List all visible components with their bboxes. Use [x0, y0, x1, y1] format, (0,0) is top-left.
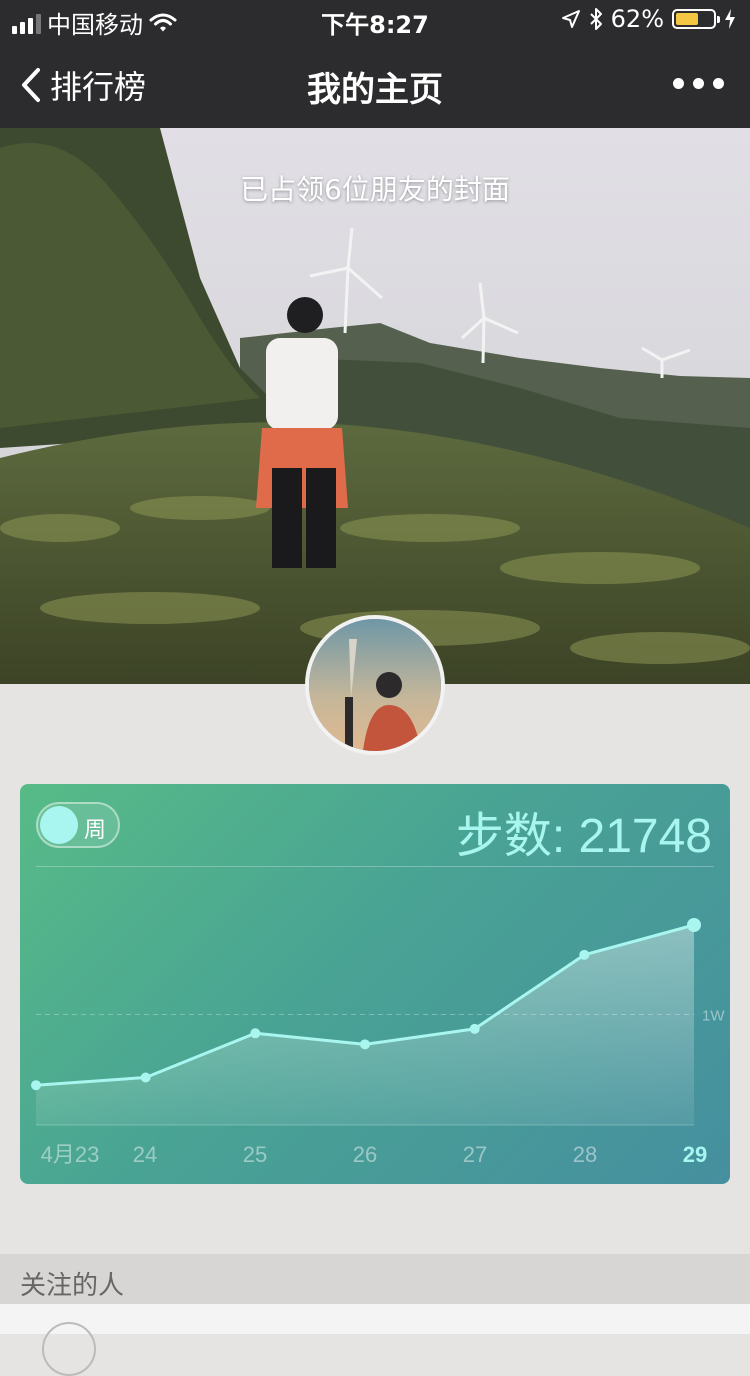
- avatar[interactable]: [305, 615, 445, 755]
- battery-icon: [672, 9, 720, 29]
- nav-bar: 排行榜 我的主页: [0, 40, 750, 128]
- page-title: 我的主页: [307, 70, 443, 110]
- data-point-29: [687, 917, 701, 932]
- battery-level: [676, 13, 699, 25]
- follow-section-label: 关注的人: [20, 1271, 125, 1301]
- x-tick-label: 26: [353, 1142, 377, 1167]
- charging-icon: [725, 9, 735, 29]
- step-card: 周 步数: 21748 1W 4月23 24 25 26 27 28 29: [20, 784, 730, 1184]
- status-right: 62%: [561, 5, 736, 33]
- x-tick-label: 4月23: [41, 1142, 100, 1167]
- x-tick-label: 29: [683, 1142, 707, 1167]
- data-point-25: [250, 1028, 261, 1039]
- follow-section-header: 关注的人: [0, 1254, 750, 1304]
- bluetooth-icon: [589, 8, 602, 30]
- reference-line-label: 1W: [702, 1008, 725, 1025]
- x-tick-label: 27: [463, 1142, 487, 1167]
- data-point-26: [360, 1039, 370, 1050]
- status-bar: 中国移动 下午8:27 62%: [0, 0, 750, 40]
- data-point-27: [469, 1023, 480, 1034]
- data-point-4月23: [31, 1080, 41, 1091]
- follow-list: [0, 1304, 750, 1376]
- cover-caption: 已占领6位朋友的封面: [240, 173, 510, 206]
- location-icon: [561, 10, 580, 28]
- data-point-28: [579, 949, 590, 960]
- more-icon[interactable]: [673, 78, 724, 89]
- x-tick-label: 25: [243, 1142, 267, 1167]
- x-tick-label: 24: [133, 1142, 157, 1167]
- x-tick-label: 28: [573, 1142, 597, 1167]
- cover-landscape: [0, 128, 750, 684]
- battery-percent: 62%: [610, 5, 664, 33]
- steps-chart: 1W 4月23 24 25 26 27 28 29: [31, 917, 725, 1167]
- data-point-24: [140, 1072, 151, 1083]
- follow-avatar[interactable]: [42, 1322, 96, 1376]
- chart-area: [36, 924, 694, 1125]
- avatar-photo: [309, 619, 441, 751]
- cover-photo[interactable]: 已占领6位朋友的封面: [0, 128, 750, 684]
